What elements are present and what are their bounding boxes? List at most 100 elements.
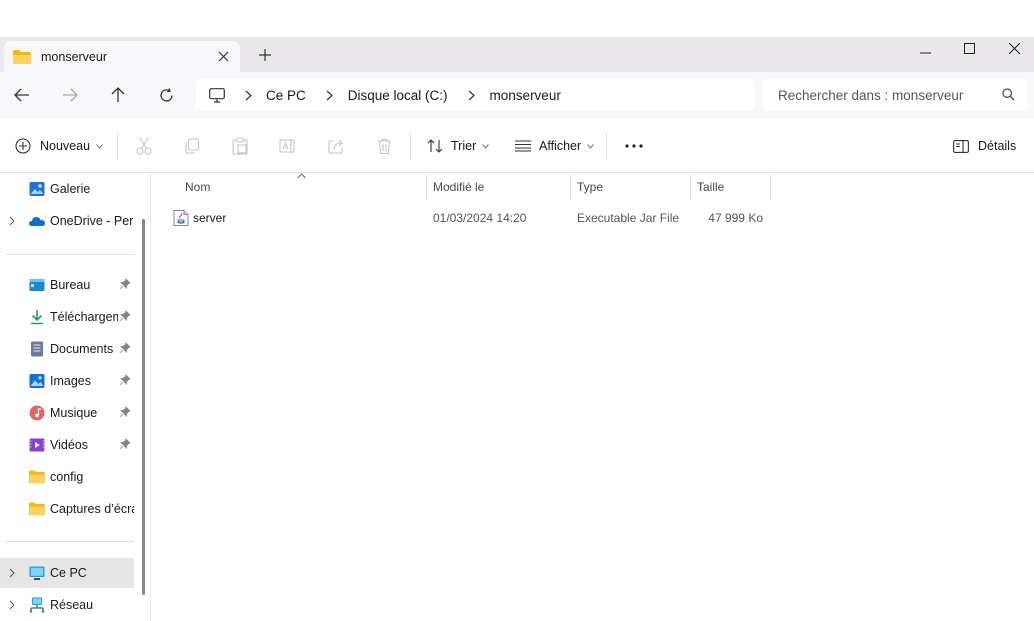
- music-icon: [29, 405, 45, 421]
- maximize-icon[interactable]: [946, 37, 992, 59]
- monitor-icon: [209, 87, 225, 103]
- new-tab-icon[interactable]: [257, 47, 273, 63]
- column-header-label: Type: [577, 180, 604, 194]
- chevron-right-icon[interactable]: [8, 600, 16, 610]
- navigation-pane: Galerie OneDrive - Perso Bureau Téléchar…: [0, 174, 150, 621]
- file-name: server: [193, 211, 227, 225]
- sidebar-scrollbar[interactable]: [142, 219, 145, 595]
- sidebar-item-galerie[interactable]: Galerie: [0, 174, 134, 204]
- command-bar: Nouveau Trier Afficher Détails: [0, 119, 1034, 173]
- file-type: Executable Jar File: [577, 211, 680, 225]
- search-icon: [1002, 88, 1015, 104]
- folder-icon: [13, 49, 31, 64]
- pin-icon[interactable]: [119, 438, 131, 450]
- address-row: Ce PC Disque local (C:) monserveur Reche…: [0, 72, 1034, 119]
- more-options-icon[interactable]: [624, 136, 644, 156]
- chevron-down-icon: [482, 143, 490, 149]
- column-header-label: Taille: [697, 180, 725, 194]
- screen-top-area: [0, 0, 1034, 37]
- desktop-icon: [29, 279, 45, 291]
- rename-icon[interactable]: [278, 136, 298, 156]
- chevron-right-icon[interactable]: [8, 568, 16, 578]
- sidebar-item-onedrive[interactable]: OneDrive - Perso: [0, 206, 134, 236]
- network-icon: [29, 597, 45, 613]
- sidebar-item-images[interactable]: Images: [0, 366, 134, 396]
- close-window-icon[interactable]: [991, 37, 1034, 59]
- toolbar-divider: [410, 132, 411, 160]
- this-pc-icon: [29, 566, 45, 580]
- chevron-right-icon[interactable]: [466, 89, 478, 101]
- documents-icon: [31, 341, 43, 357]
- file-size: 47 999 Ko: [708, 211, 763, 225]
- pin-icon[interactable]: [119, 342, 131, 354]
- breadcrumb-monserveur[interactable]: monserveur: [490, 88, 561, 103]
- plus-circle-icon: [15, 138, 31, 154]
- refresh-icon[interactable]: [155, 84, 177, 106]
- breadcrumb-ce-pc[interactable]: Ce PC: [266, 88, 306, 103]
- pin-icon[interactable]: [119, 278, 131, 290]
- sidebar-item-label: Réseau: [50, 598, 94, 612]
- minimize-icon[interactable]: [902, 37, 948, 59]
- sidebar-item-musique[interactable]: Musique: [0, 398, 134, 428]
- view-button[interactable]: Afficher: [515, 135, 595, 157]
- sidebar-item-ce-pc[interactable]: Ce PC: [0, 558, 134, 588]
- column-divider[interactable]: [426, 174, 427, 200]
- cut-icon[interactable]: [134, 136, 154, 156]
- column-header-name[interactable]: Nom: [185, 174, 425, 200]
- sidebar-item-config[interactable]: config: [0, 462, 134, 492]
- close-tab-icon[interactable]: [216, 49, 230, 63]
- sidebar-item-label: config: [50, 470, 84, 484]
- search-input[interactable]: Rechercher dans : monserveur: [763, 79, 1027, 111]
- column-header-label: Modifié le: [433, 180, 485, 194]
- chevron-right-icon[interactable]: [324, 89, 336, 101]
- view-button-label: Afficher: [539, 139, 582, 153]
- chevron-right-icon[interactable]: [242, 89, 254, 101]
- toolbar-divider: [606, 132, 607, 160]
- column-divider[interactable]: [570, 174, 571, 200]
- new-button[interactable]: Nouveau: [15, 135, 103, 157]
- column-header-type[interactable]: Type: [577, 174, 689, 200]
- column-header-modified[interactable]: Modifié le: [433, 174, 569, 200]
- sidebar-item-label: OneDrive - Perso: [50, 214, 134, 228]
- copy-icon[interactable]: [182, 136, 202, 156]
- pin-icon[interactable]: [119, 310, 131, 322]
- folder-icon: [29, 470, 45, 484]
- sidebar-item-videos[interactable]: Vidéos: [0, 430, 134, 460]
- sidebar-item-label: Captures d’écran: [50, 502, 134, 516]
- forward-icon[interactable]: [59, 84, 81, 106]
- sidebar-item-telechargements[interactable]: Téléchargements: [0, 302, 134, 332]
- sidebar-item-captures[interactable]: Captures d’écran: [0, 494, 134, 524]
- column-header-size[interactable]: Taille: [697, 174, 769, 200]
- tab-monserveur[interactable]: monserveur: [4, 41, 240, 72]
- sort-icon: [427, 139, 443, 153]
- chevron-right-icon[interactable]: [8, 216, 16, 226]
- pin-icon[interactable]: [119, 374, 131, 386]
- column-divider[interactable]: [770, 174, 771, 200]
- sidebar-item-label: Ce PC: [50, 566, 87, 580]
- folder-icon: [29, 502, 45, 516]
- search-placeholder: Rechercher dans : monserveur: [778, 87, 964, 103]
- sort-button[interactable]: Trier: [427, 135, 490, 157]
- breadcrumb-disque-local[interactable]: Disque local (C:): [348, 88, 448, 103]
- column-divider[interactable]: [690, 174, 691, 200]
- share-icon[interactable]: [326, 136, 346, 156]
- view-list-icon: [515, 140, 531, 152]
- paste-icon[interactable]: [230, 136, 250, 156]
- sidebar-divider: [6, 541, 134, 542]
- sidebar-divider: [6, 254, 134, 255]
- file-list: Nom Modifié le Type Taille server 01/03/…: [151, 173, 1034, 621]
- sidebar-item-reseau[interactable]: Réseau: [0, 590, 134, 620]
- pin-icon[interactable]: [119, 406, 131, 418]
- sidebar-item-bureau[interactable]: Bureau: [0, 270, 134, 300]
- back-icon[interactable]: [11, 84, 33, 106]
- new-button-label: Nouveau: [40, 139, 91, 153]
- sort-button-label: Trier: [451, 139, 477, 153]
- address-bar[interactable]: Ce PC Disque local (C:) monserveur: [196, 79, 754, 111]
- file-row-server[interactable]: server 01/03/2024 14:20 Executable Jar F…: [171, 206, 771, 230]
- details-button[interactable]: Détails: [953, 135, 1016, 157]
- file-modified: 01/03/2024 14:20: [433, 211, 527, 225]
- toolbar-divider: [117, 132, 118, 160]
- up-icon[interactable]: [107, 84, 129, 106]
- sidebar-item-documents[interactable]: Documents: [0, 334, 134, 364]
- delete-icon[interactable]: [374, 136, 394, 156]
